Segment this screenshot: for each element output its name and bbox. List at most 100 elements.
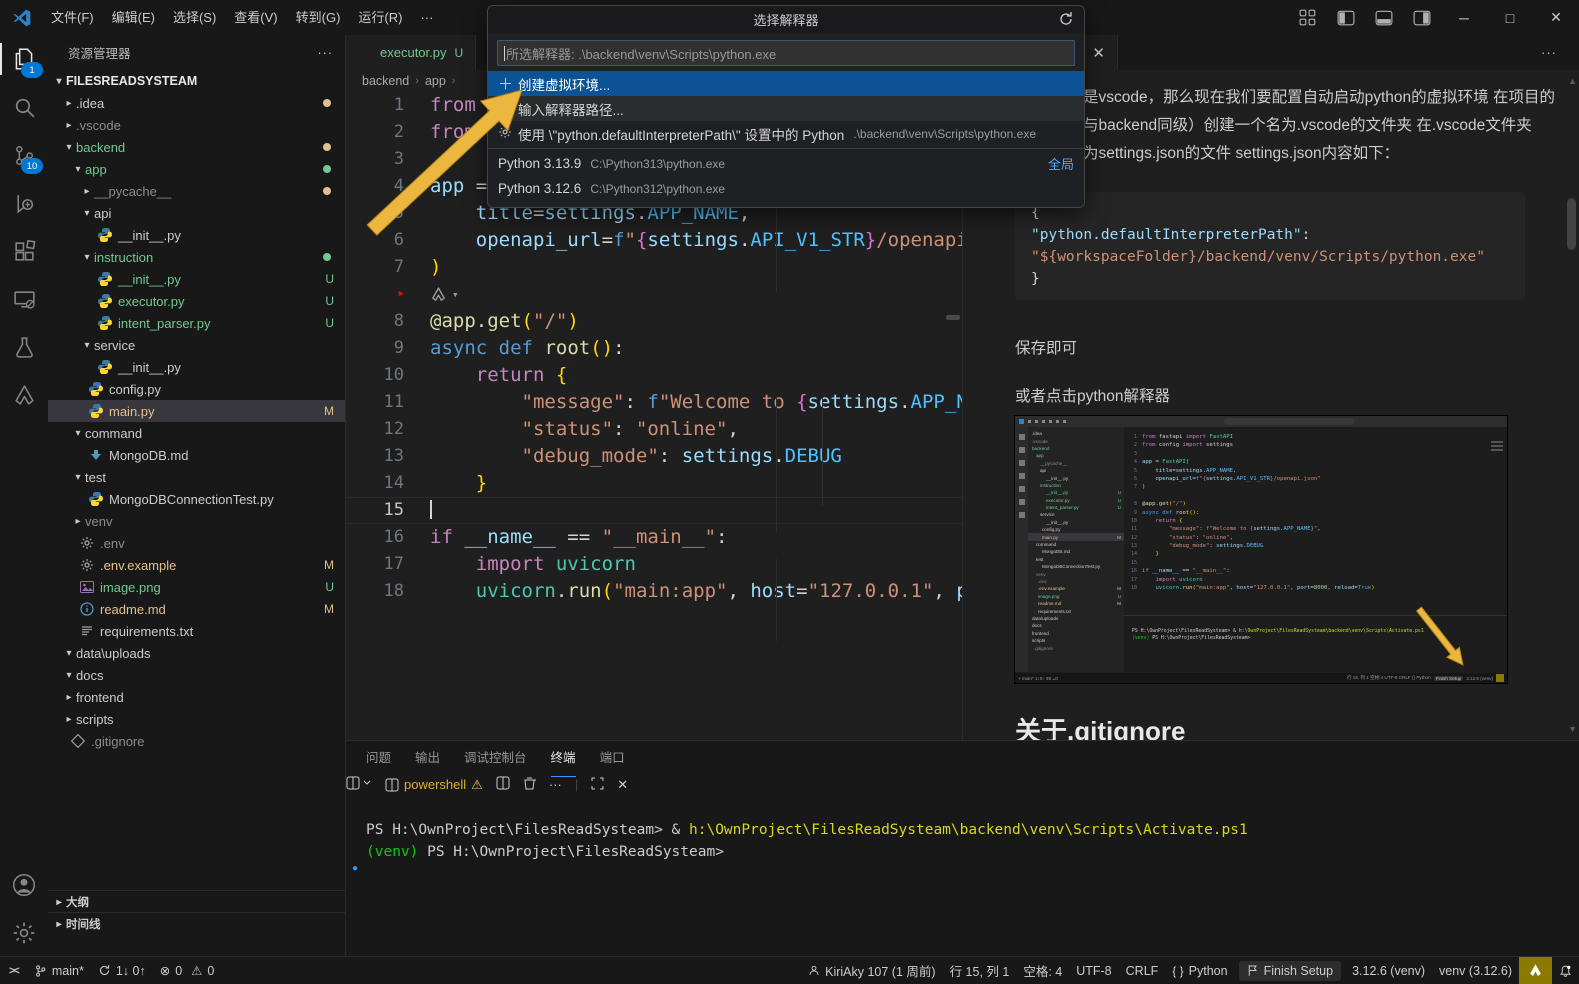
menu-item-5[interactable]: 运行(R) <box>349 0 411 35</box>
terminal-instance-powershell[interactable]: powershell ⚠ <box>385 777 483 793</box>
customize-layout-icon[interactable] <box>1299 9 1317 27</box>
tree-item-backend[interactable]: ▾backend <box>48 136 345 158</box>
code-line-15[interactable]: 15 <box>346 497 962 524</box>
status-language[interactable]: { }Python <box>1165 957 1234 984</box>
tree-item-data-uploads[interactable]: ▾data\uploads <box>48 642 345 664</box>
tree-item---init---py[interactable]: __init__.py <box>48 224 345 246</box>
status-finish-setup[interactable]: Finish Setup <box>1239 961 1341 981</box>
quickpick-item-badge[interactable]: 全局 <box>1048 154 1074 173</box>
timeline-section[interactable]: ▸时间线 <box>48 912 345 935</box>
activitybar-explorer[interactable]: 1 <box>0 35 48 83</box>
code-line-13[interactable]: 13 "debug_mode": settings.DEBUG <box>346 443 962 470</box>
copilot-inline-icon[interactable] <box>430 286 447 303</box>
split-terminal-dropdown-icon[interactable] <box>346 776 372 793</box>
status-notifications[interactable] <box>1552 957 1579 984</box>
status-blame[interactable]: KiriAky 107 (1 周前) <box>801 957 942 984</box>
activitybar-source-control[interactable]: 10 <box>0 131 48 179</box>
menu-item-2[interactable]: 选择(S) <box>164 0 225 35</box>
tree-item-mongodb-md[interactable]: MongoDB.md <box>48 444 345 466</box>
activitybar-testing[interactable] <box>0 323 48 371</box>
close-button[interactable]: ✕ <box>1533 0 1579 35</box>
tree-item---pycache--[interactable]: ▸__pycache__ <box>48 180 345 202</box>
status-problems[interactable]: ⊗0⚠0 <box>153 957 222 984</box>
activitybar-remote-explorer[interactable] <box>0 275 48 323</box>
explorer-more-icon[interactable]: ··· <box>318 46 334 60</box>
activitybar-search[interactable] <box>0 83 48 131</box>
tree-item-requirements-txt[interactable]: requirements.txt <box>48 620 345 642</box>
tree-item--env[interactable]: .env <box>48 532 345 554</box>
status-encoding[interactable]: UTF-8 <box>1069 957 1118 984</box>
maximize-button[interactable]: □ <box>1487 0 1533 35</box>
tree-item-config-py[interactable]: config.py <box>48 378 345 400</box>
split-icon[interactable] <box>496 776 510 793</box>
panel-tab-2[interactable]: 调试控制台 <box>464 741 527 776</box>
toggle-panel-icon[interactable] <box>1375 9 1393 27</box>
tree-item-readme-md[interactable]: readme.mdM <box>48 598 345 620</box>
tree-item--env-example[interactable]: .env.exampleM <box>48 554 345 576</box>
activitybar-copilot-chat[interactable] <box>0 371 48 419</box>
inline-suggestion-row[interactable]: ▶▾ <box>346 281 962 308</box>
tree-item-api[interactable]: ▾api <box>48 202 345 224</box>
tree-item-main-py[interactable]: main.pyM <box>48 400 345 422</box>
activitybar-settings[interactable] <box>0 909 48 957</box>
tree-item-intent-parser-py[interactable]: intent_parser.pyU <box>48 312 345 334</box>
code-line-10[interactable]: 10 return { <box>346 362 962 389</box>
tree-item--vscode[interactable]: ▸.vscode <box>48 114 345 136</box>
code-line-18[interactable]: 18 uvicorn.run("main:app", host="127.0.0… <box>346 578 962 605</box>
interpreter-input[interactable]: 所选解释器: .\backend\venv\Scripts\python.exe <box>497 40 1075 66</box>
tree-item-executor-py[interactable]: executor.pyU <box>48 290 345 312</box>
menu-item-1[interactable]: 编辑(E) <box>103 0 164 35</box>
editor-actions-more-icon[interactable]: ··· <box>1541 45 1579 60</box>
code-line-16[interactable]: 16if __name__ == "__main__": <box>346 524 962 551</box>
code-line-12[interactable]: 12 "status": "online", <box>346 416 962 443</box>
tree-item-app[interactable]: ▾app <box>48 158 345 180</box>
tree-item-command[interactable]: ▾command <box>48 422 345 444</box>
tree-item--idea[interactable]: ▸.idea <box>48 92 345 114</box>
code-line-14[interactable]: 14 } <box>346 470 962 497</box>
tab-executor-py[interactable]: executor.py U <box>346 35 476 70</box>
panel-tab-0[interactable]: 问题 <box>366 741 391 776</box>
status-interpreter[interactable]: 3.12.6 (venv) <box>1345 957 1432 984</box>
tree-item-service[interactable]: ▾service <box>48 334 345 356</box>
status-indentation[interactable]: 空格: 4 <box>1016 957 1069 984</box>
refresh-icon[interactable] <box>1058 11 1074 27</box>
quickpick-item-4[interactable]: Python 3.12.6C:\Python312\python.exe <box>488 176 1084 201</box>
code-line-9[interactable]: 9async def root(): <box>346 335 962 362</box>
explorer-root[interactable]: ▾FILESREADSYSTEAM <box>48 70 345 92</box>
status-eol[interactable]: CRLF <box>1119 957 1166 984</box>
terminal-output[interactable]: PS H:\OwnProject\FilesReadSysteam> & h:\… <box>346 793 1579 863</box>
preview-scrollbar[interactable]: ▲ ▼ <box>1563 70 1579 740</box>
chevron-down-icon[interactable]: ▾ <box>452 281 459 308</box>
code-line-17[interactable]: 17 import uvicorn <box>346 551 962 578</box>
status-env[interactable]: venv (3.12.6) <box>1432 957 1519 984</box>
tree-item-test[interactable]: ▾test <box>48 466 345 488</box>
panel-tab-4[interactable]: 端口 <box>600 741 625 776</box>
maximize-panel-icon[interactable] <box>591 777 604 793</box>
status-cursor-position[interactable]: 行 15, 列 1 <box>943 957 1017 984</box>
quickpick-item-2[interactable]: 使用 \"python.defaultInterpreterPath\" 设置中… <box>488 121 1084 146</box>
status-sync[interactable]: 1↓ 0↑ <box>91 957 153 984</box>
quickpick-item-1[interactable]: 输入解释器路径... <box>488 96 1084 121</box>
minimize-button[interactable]: ─ <box>1441 0 1487 35</box>
tree-item---init---py[interactable]: __init__.py <box>48 356 345 378</box>
code-line-11[interactable]: 11 "message": f"Welcome to {settings.APP… <box>346 389 962 416</box>
close-tab-icon[interactable]: ✕ <box>1080 44 1117 62</box>
toggle-sidebar-icon[interactable] <box>1337 9 1355 27</box>
tree-item-frontend[interactable]: ▸frontend <box>48 686 345 708</box>
menu-item-4[interactable]: 转到(G) <box>287 0 350 35</box>
tree-item-image-png[interactable]: image.pngU <box>48 576 345 598</box>
outline-section[interactable]: ▸大纲 <box>48 890 345 913</box>
tree-item-venv[interactable]: ▸venv <box>48 510 345 532</box>
code-line-8[interactable]: 8@app.get("/") <box>346 308 962 335</box>
panel-tab-1[interactable]: 输出 <box>415 741 440 776</box>
tree-item-scripts[interactable]: ▸scripts <box>48 708 345 730</box>
status-branch[interactable]: main* <box>27 957 91 984</box>
activitybar-extensions[interactable] <box>0 227 48 275</box>
activitybar-account[interactable] <box>0 861 48 909</box>
code-line-7[interactable]: 7) <box>346 254 962 281</box>
tree-item-instruction[interactable]: ▾instruction <box>48 246 345 268</box>
status-copilot[interactable] <box>1519 957 1552 984</box>
menu-item-6[interactable]: ··· <box>411 0 442 35</box>
quickpick-item-3[interactable]: Python 3.13.9C:\Python313\python.exe全局 <box>488 151 1084 176</box>
activitybar-run-debug[interactable] <box>0 179 48 227</box>
